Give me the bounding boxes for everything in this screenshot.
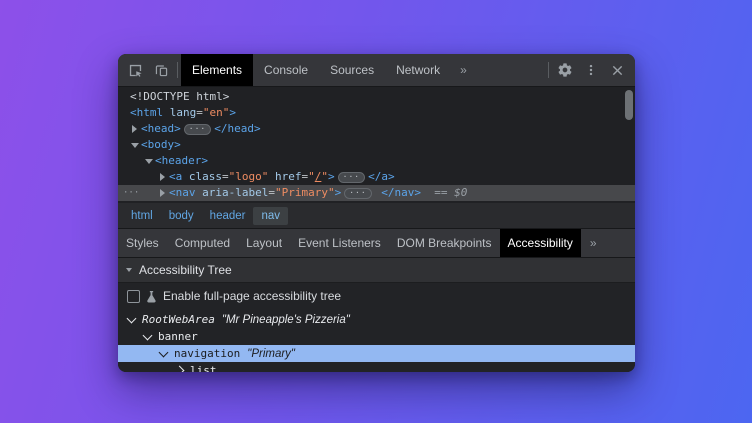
- a11y-accessible-name: "Mr Pineapple's Pizzeria": [222, 314, 350, 326]
- dom-node-line-6[interactable]: ···<nav aria-label="Primary">··· </nav> …: [118, 185, 635, 201]
- sidebar-tabs: StylesComputedLayoutEvent ListenersDOM B…: [118, 229, 635, 258]
- code-token: aria-label: [196, 185, 269, 201]
- a11y-accessible-name: "Primary": [247, 348, 295, 360]
- inline-expand-button[interactable]: ···: [338, 172, 365, 183]
- collapsed-arrow-icon[interactable]: [128, 125, 141, 133]
- a11y-role: RootWebArea: [142, 313, 215, 326]
- toolbar-separator: [177, 62, 178, 78]
- devtools-window: ElementsConsoleSourcesNetwork » <: [118, 54, 635, 372]
- checkbox-label: Enable full-page accessibility tree: [163, 289, 341, 303]
- code-token: "Primary": [275, 185, 335, 201]
- a11y-role: list: [190, 364, 217, 372]
- hidden-rules-ellipsis[interactable]: ···: [123, 185, 139, 201]
- tab-dom-breakpoints[interactable]: DOM Breakpoints: [389, 229, 500, 257]
- code-token: >: [335, 185, 342, 201]
- a11y-role: banner: [158, 330, 198, 343]
- dom-node-line-5[interactable]: <a class="logo" href="/">···</a>: [118, 169, 635, 185]
- collapsed-arrow-icon[interactable]: [156, 173, 169, 181]
- a11y-role: navigation: [174, 347, 240, 360]
- accessibility-tree-section-header[interactable]: Accessibility Tree: [118, 258, 635, 283]
- inline-expand-button[interactable]: ···: [344, 188, 371, 199]
- inline-expand-button[interactable]: ···: [184, 124, 211, 135]
- tab-accessibility[interactable]: Accessibility: [500, 229, 581, 257]
- code-token: </a>: [368, 169, 395, 185]
- dom-node-line-0[interactable]: <!DOCTYPE html>: [118, 89, 635, 105]
- breadcrumb-item-body[interactable]: body: [161, 207, 202, 225]
- section-collapse-icon: [126, 268, 132, 272]
- dom-tree: <!DOCTYPE html><html lang="en"><head>···…: [118, 87, 635, 203]
- code-token: ": [321, 169, 328, 185]
- breadcrumb: htmlbodyheadernav: [118, 203, 635, 229]
- sidebar-tabs-list: StylesComputedLayoutEvent ListenersDOM B…: [118, 229, 581, 257]
- dom-node-line-2[interactable]: <head>···</head>: [118, 121, 635, 137]
- enable-full-page-checkbox[interactable]: [127, 290, 140, 303]
- code-token: class: [182, 169, 222, 185]
- code-token: <body>: [141, 137, 181, 153]
- expanded-arrow-icon[interactable]: [142, 159, 155, 164]
- breadcrumb-item-header[interactable]: header: [202, 207, 254, 225]
- code-token: >: [328, 169, 335, 185]
- toolbar-separator: [548, 62, 549, 78]
- expanded-arrow-icon[interactable]: [128, 143, 141, 148]
- chevron-right-icon[interactable]: [175, 366, 185, 372]
- tab-styles[interactable]: Styles: [118, 229, 167, 257]
- collapsed-arrow-icon[interactable]: [156, 189, 169, 197]
- device-toolbar-icon[interactable]: [148, 54, 174, 86]
- close-icon[interactable]: [604, 54, 630, 86]
- code-token: lang: [163, 105, 196, 121]
- a11y-node-banner[interactable]: banner: [118, 328, 635, 345]
- chevron-down-icon[interactable]: [159, 347, 169, 357]
- a11y-node-rootwebarea[interactable]: RootWebArea "Mr Pineapple's Pizzeria": [118, 311, 635, 328]
- code-token: ": [308, 169, 315, 185]
- code-token: "en": [203, 105, 230, 121]
- tab-sources[interactable]: Sources: [319, 54, 385, 86]
- code-token: =: [196, 105, 203, 121]
- code-token: /: [315, 169, 322, 185]
- code-token: <head>: [141, 121, 181, 137]
- code-token: =: [268, 185, 275, 201]
- code-token: <html: [130, 105, 163, 121]
- a11y-node-navigation[interactable]: navigation "Primary": [118, 345, 635, 362]
- a11y-node-list[interactable]: list: [118, 362, 635, 372]
- menu-icon[interactable]: [578, 54, 604, 86]
- dom-node-line-1[interactable]: <html lang="en">: [118, 105, 635, 121]
- code-token: >: [229, 105, 236, 121]
- chevron-down-icon[interactable]: [127, 313, 137, 323]
- code-token: =: [302, 169, 309, 185]
- code-token: "logo": [229, 169, 269, 185]
- code-token: <a: [169, 169, 182, 185]
- tab-network[interactable]: Network: [385, 54, 451, 86]
- code-token: =: [222, 169, 229, 185]
- tab-event-listeners[interactable]: Event Listeners: [290, 229, 389, 257]
- full-page-a11y-row: Enable full-page accessibility tree: [118, 283, 635, 309]
- breadcrumb-item-html[interactable]: html: [123, 207, 161, 225]
- code-token: == $0: [421, 185, 467, 201]
- code-token: </nav>: [375, 185, 421, 201]
- inspect-icon[interactable]: [122, 54, 148, 86]
- code-token: <header>: [155, 153, 208, 169]
- dom-node-line-4[interactable]: <header>: [118, 153, 635, 169]
- code-token: <nav: [169, 185, 196, 201]
- dom-node-line-3[interactable]: <body>: [118, 137, 635, 153]
- settings-icon[interactable]: [552, 54, 578, 86]
- more-tabs-button[interactable]: »: [451, 54, 476, 86]
- toolbar-right-group: [545, 54, 635, 86]
- section-title: Accessibility Tree: [139, 263, 232, 277]
- chevron-down-icon[interactable]: [143, 330, 153, 340]
- tab-console[interactable]: Console: [253, 54, 319, 86]
- experiment-flask-icon: [146, 290, 157, 303]
- tab-elements[interactable]: Elements: [181, 54, 253, 86]
- accessibility-tree: RootWebArea "Mr Pineapple's Pizzeria" bann…: [118, 309, 635, 372]
- code-token: </head>: [214, 121, 260, 137]
- panel-tabs: ElementsConsoleSourcesNetwork: [181, 54, 451, 86]
- code-token: <!DOCTYPE html>: [130, 89, 229, 105]
- more-sidebar-tabs-button[interactable]: »: [581, 229, 606, 257]
- tab-computed[interactable]: Computed: [167, 229, 238, 257]
- tab-layout[interactable]: Layout: [238, 229, 290, 257]
- breadcrumb-item-nav[interactable]: nav: [253, 207, 288, 225]
- main-toolbar: ElementsConsoleSourcesNetwork »: [118, 54, 635, 87]
- code-token: href: [268, 169, 301, 185]
